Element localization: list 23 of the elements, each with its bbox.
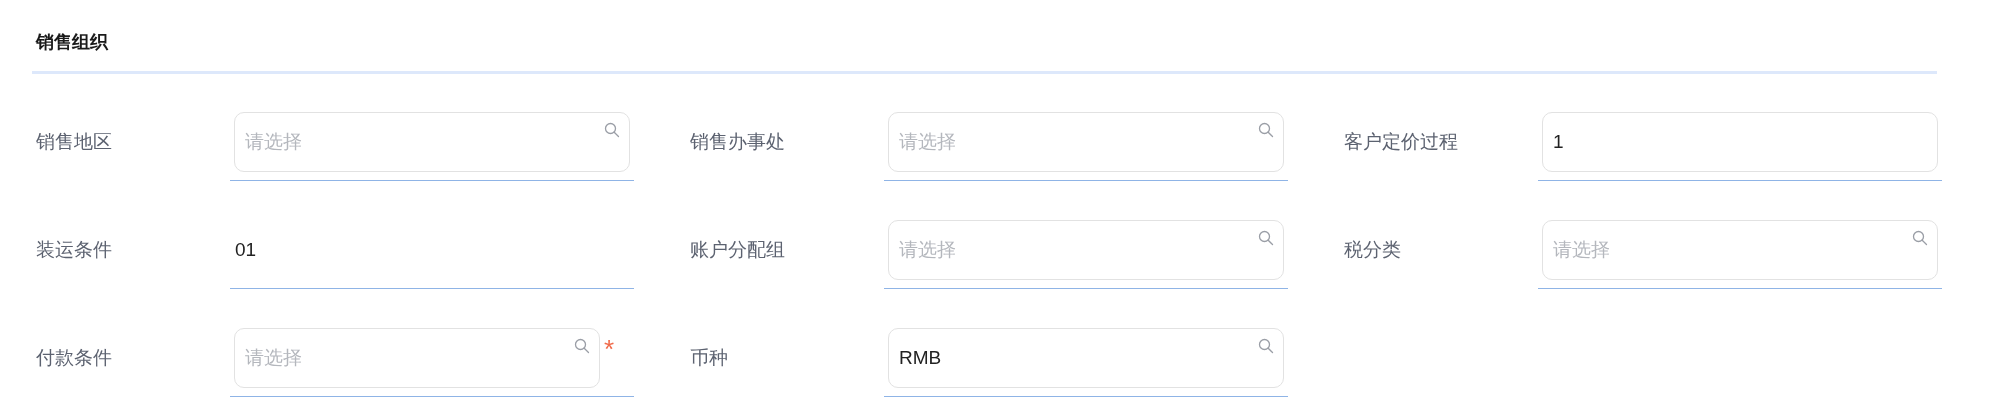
required-mark: *	[604, 336, 615, 362]
search-icon	[574, 338, 590, 354]
select-field[interactable]: 请选择	[234, 328, 600, 388]
section-title: 销售组织	[32, 26, 1937, 74]
search-icon	[1912, 230, 1928, 246]
search-icon	[604, 122, 620, 138]
search-icon	[1258, 122, 1274, 138]
field-label: 销售办事处	[689, 130, 786, 154]
field-label: 税分类	[1343, 238, 1402, 262]
field-label: 币种	[689, 346, 729, 370]
field-label: 销售地区	[35, 130, 113, 154]
select-field[interactable]: RMB	[888, 328, 1284, 388]
field-label: 付款条件	[35, 346, 113, 370]
input-field[interactable]: 1	[1542, 112, 1938, 172]
select-field[interactable]: 请选择	[888, 220, 1284, 280]
select-field[interactable]: 请选择	[888, 112, 1284, 172]
search-icon	[1258, 230, 1274, 246]
select-field[interactable]: 请选择	[234, 112, 630, 172]
search-icon	[1258, 338, 1274, 354]
select-field[interactable]: 请选择	[1542, 220, 1938, 280]
field-label: 客户定价过程	[1343, 130, 1459, 154]
field-label: 装运条件	[35, 238, 113, 262]
field-label: 账户分配组	[689, 238, 786, 262]
